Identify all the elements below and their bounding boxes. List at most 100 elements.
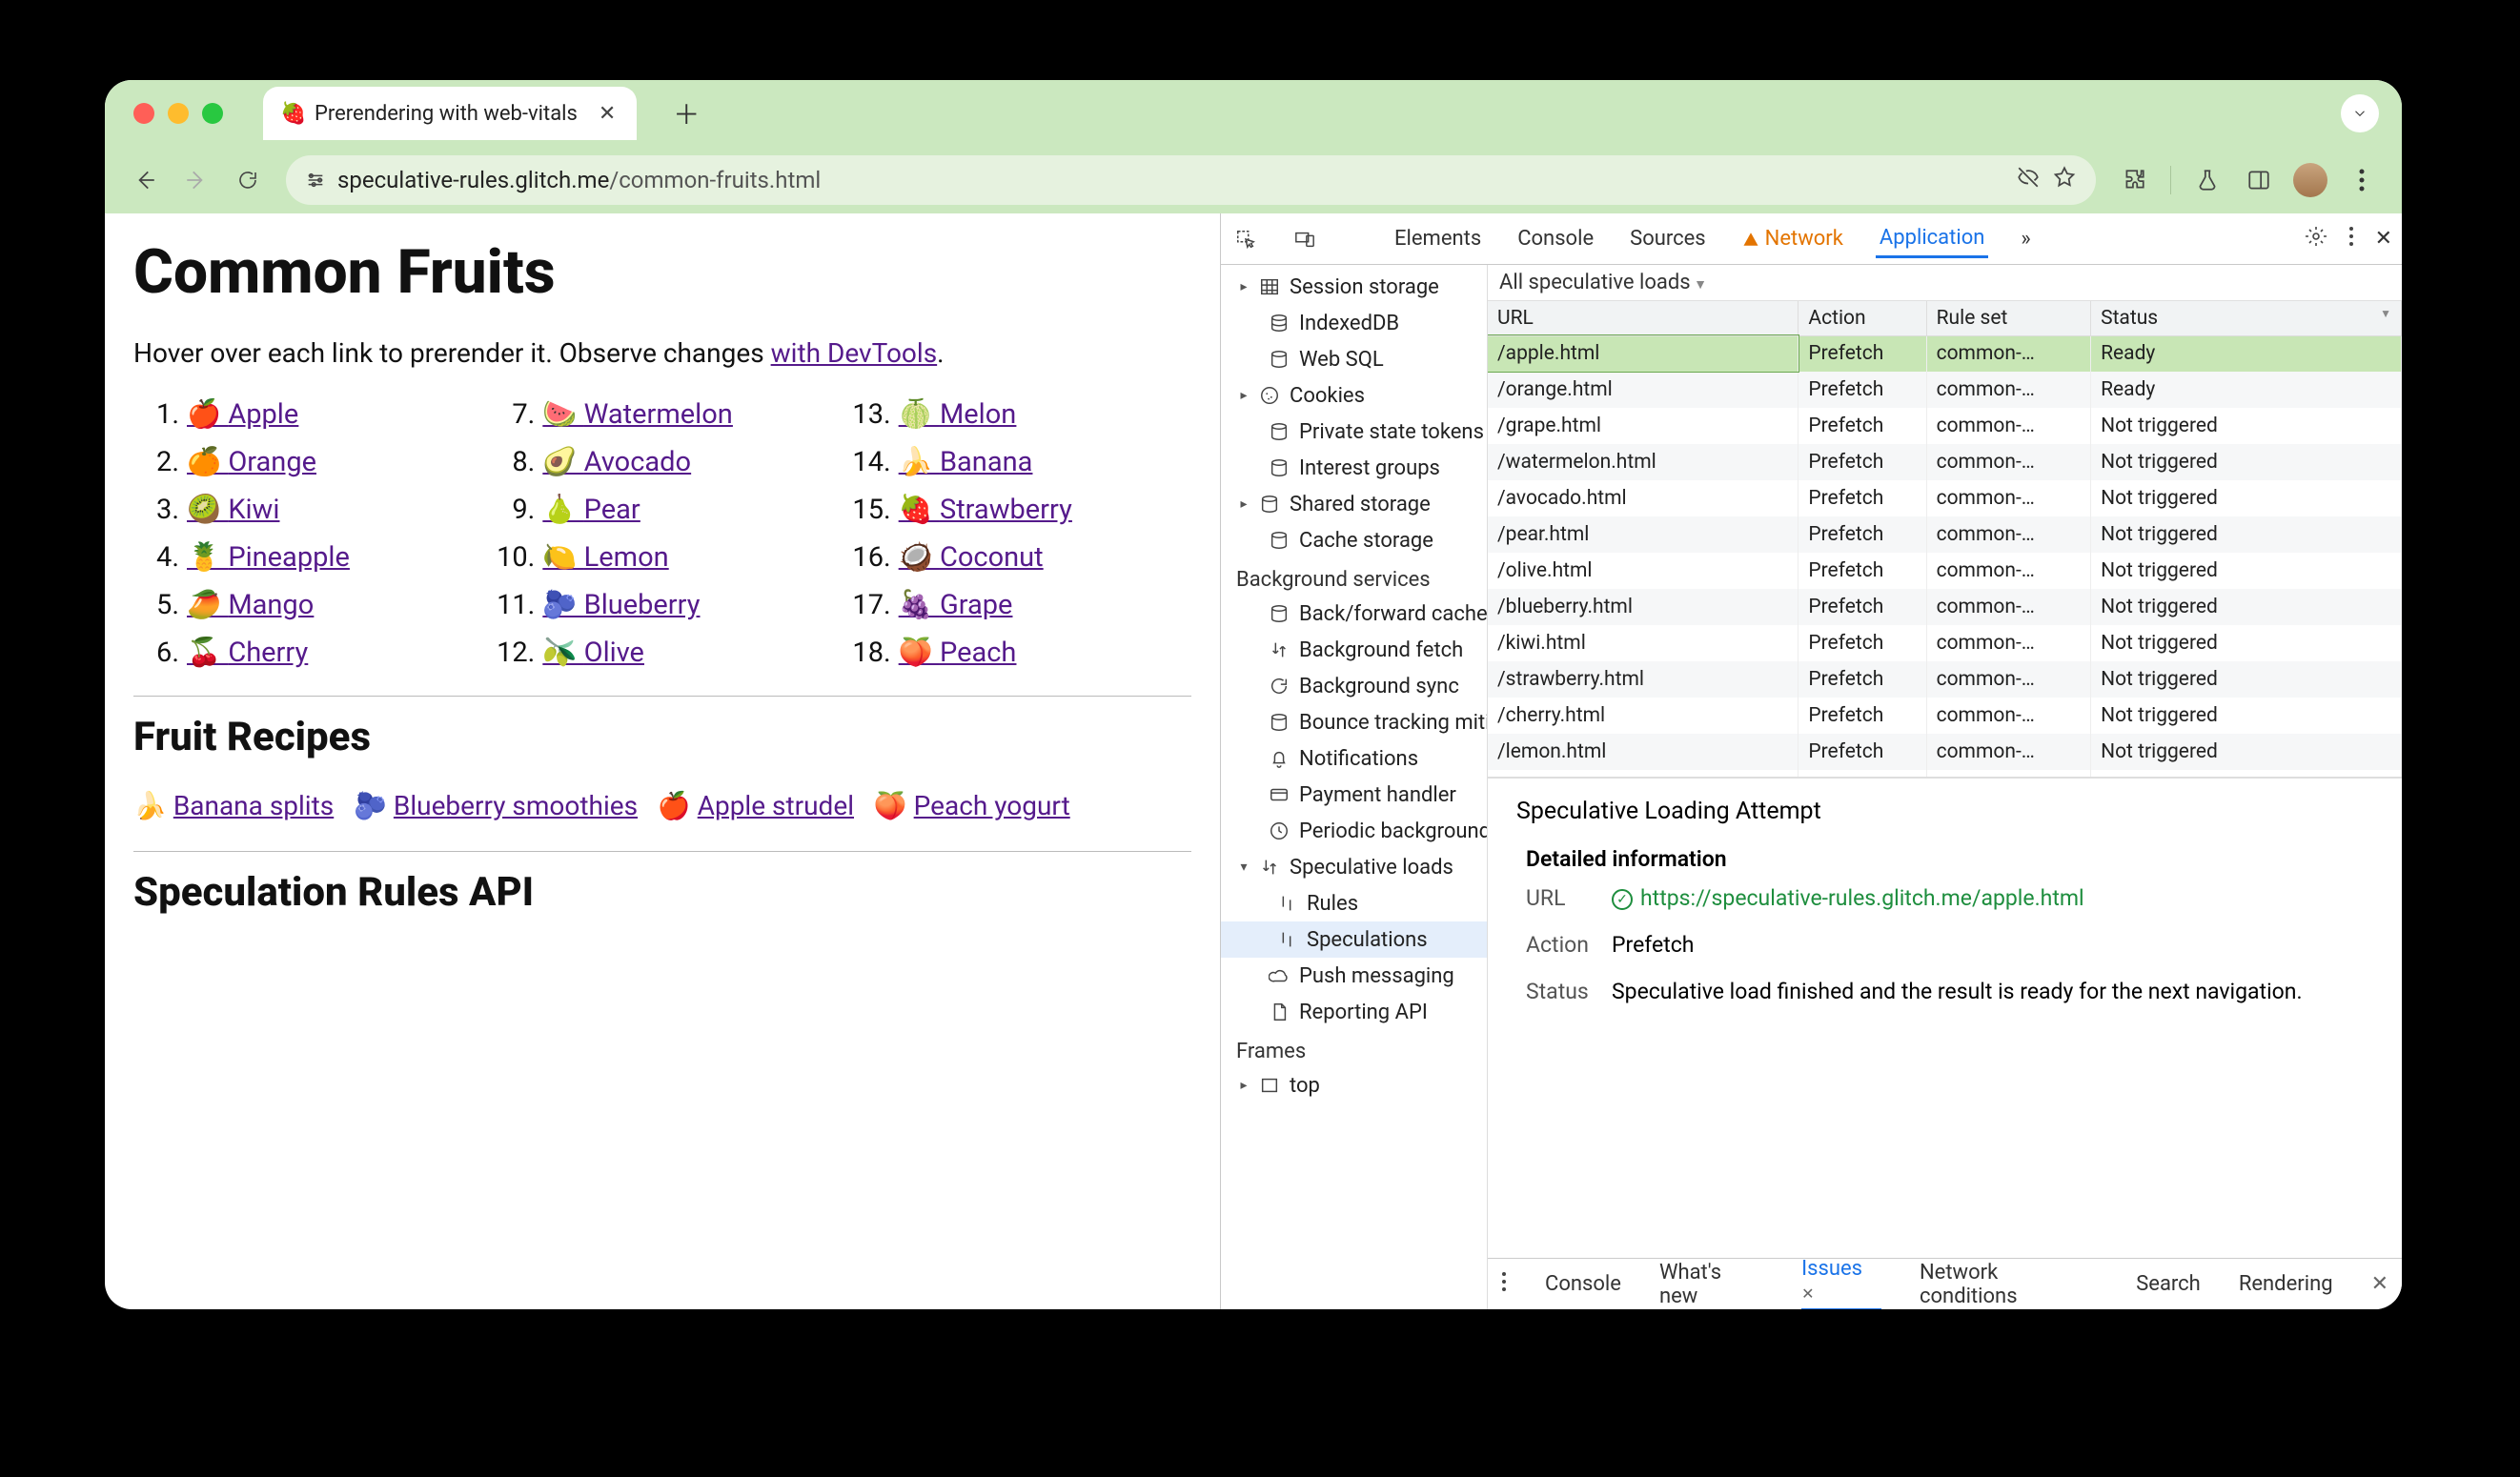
bookmark-star-button[interactable] — [2052, 165, 2077, 195]
tree-private-state-tokens[interactable]: Private state tokens — [1221, 414, 1487, 450]
eye-off-icon[interactable] — [2016, 165, 2041, 195]
drawer-close-button[interactable]: ✕ — [2371, 1272, 2388, 1296]
maximize-window-button[interactable] — [202, 103, 223, 124]
table-row[interactable]: /orange.htmlPrefetchcommon-…Ready — [1488, 372, 2402, 408]
tab-sources[interactable]: Sources — [1626, 221, 1710, 256]
fruit-link[interactable]: 🫐 Blueberry — [542, 589, 700, 621]
drawer-tab-search[interactable]: Search — [2136, 1272, 2201, 1296]
tree-periodic-background[interactable]: Periodic background sync — [1221, 813, 1487, 849]
recipe-link[interactable]: Apple strudel — [698, 790, 854, 821]
tree-speculative-loads[interactable]: ▾Speculative loads — [1221, 849, 1487, 885]
table-row[interactable]: /cherry.htmlPrefetchcommon-…Not triggere… — [1488, 698, 2402, 734]
tree-interest-groups[interactable]: Interest groups — [1221, 450, 1487, 486]
tab-network[interactable]: Network — [1738, 221, 1847, 256]
tree-back-forward-cache[interactable]: Back/forward cache — [1221, 596, 1487, 632]
recipe-link[interactable]: Peach yogurt — [914, 790, 1070, 821]
fruit-link[interactable]: 🫒 Olive — [542, 637, 644, 669]
tree-websql[interactable]: Web SQL — [1221, 341, 1487, 377]
tree-shared-storage[interactable]: ▸Shared storage — [1221, 486, 1487, 522]
drawer-tab-whatsnew[interactable]: What's new — [1659, 1261, 1763, 1308]
fruit-link[interactable]: 🍍 Pineapple — [187, 541, 350, 574]
fruit-link[interactable]: 🥑 Avocado — [542, 446, 691, 478]
fruit-link[interactable]: 🍒 Cherry — [187, 637, 308, 669]
devtools-close-button[interactable]: ✕ — [2375, 227, 2392, 251]
fruit-link[interactable]: 🍋 Lemon — [542, 541, 668, 574]
tree-push-messaging[interactable]: Push messaging — [1221, 958, 1487, 994]
speculations-filter[interactable]: All speculative loads — [1488, 265, 2402, 301]
tree-session-storage[interactable]: ▸Session storage — [1221, 269, 1487, 305]
tree-background-sync[interactable]: Background sync — [1221, 668, 1487, 704]
fruit-link[interactable]: 🍈 Melon — [899, 398, 1017, 431]
fruit-link[interactable]: 🍉 Watermelon — [542, 398, 732, 431]
table-row[interactable]: /grape.htmlPrefetchcommon-…Not triggered — [1488, 408, 2402, 444]
application-sidebar[interactable]: ▸Session storage IndexedDB Web SQL ▸Cook… — [1221, 265, 1488, 1309]
fruit-link[interactable]: 🍊 Orange — [187, 446, 316, 478]
tree-speculations[interactable]: Speculations — [1221, 921, 1487, 958]
drawer-tab-console[interactable]: Console — [1545, 1272, 1621, 1296]
back-button[interactable] — [122, 157, 168, 203]
fruit-link[interactable]: 🥭 Mango — [187, 589, 314, 621]
devtools-kebab-button[interactable] — [2348, 226, 2354, 253]
col-action[interactable]: Action — [1799, 301, 1926, 335]
inspect-element-button[interactable] — [1230, 224, 1261, 254]
with-devtools-link[interactable]: with DevTools — [771, 337, 938, 369]
tree-notifications[interactable]: Notifications — [1221, 740, 1487, 777]
fruit-link[interactable]: 🍌 Banana — [899, 446, 1033, 478]
table-row[interactable]: /pear.htmlPrefetchcommon-…Not triggered — [1488, 516, 2402, 553]
fruit-link[interactable]: 🍓 Strawberry — [899, 494, 1072, 526]
tree-rules[interactable]: Rules — [1221, 885, 1487, 921]
tree-background-fetch[interactable]: Background fetch — [1221, 632, 1487, 668]
profile-button[interactable] — [2287, 157, 2333, 203]
close-tab-button[interactable]: ✕ — [595, 98, 620, 130]
fruit-link[interactable]: 🍐 Pear — [542, 494, 640, 526]
more-tabs-button[interactable]: » — [2017, 221, 2034, 256]
close-window-button[interactable] — [133, 103, 154, 124]
speculations-table[interactable]: URL Action Rule set Status /apple.htmlPr… — [1488, 301, 2402, 778]
window-menu-button[interactable] — [2341, 94, 2379, 132]
table-row[interactable]: /peach.htmlPrefetchcommon-…Not triggered — [1488, 770, 2402, 778]
devtools-settings-button[interactable] — [2305, 225, 2327, 253]
tree-payment-handler[interactable]: Payment handler — [1221, 777, 1487, 813]
table-row[interactable]: /strawberry.htmlPrefetchcommon-…Not trig… — [1488, 661, 2402, 698]
table-row[interactable]: /apple.htmlPrefetchcommon-…Ready — [1488, 335, 2402, 372]
forward-button[interactable] — [173, 157, 219, 203]
tree-reporting-api[interactable]: Reporting API — [1221, 994, 1487, 1030]
new-tab-button[interactable]: ＋ — [669, 96, 703, 131]
reload-button[interactable] — [225, 157, 271, 203]
col-ruleset[interactable]: Rule set — [1926, 301, 2091, 335]
side-panel-button[interactable] — [2236, 157, 2282, 203]
tree-indexeddb[interactable]: IndexedDB — [1221, 305, 1487, 341]
fruit-link[interactable]: 🥝 Kiwi — [187, 494, 279, 526]
col-status[interactable]: Status — [2091, 301, 2402, 335]
minimize-window-button[interactable] — [168, 103, 189, 124]
table-row[interactable]: /lemon.htmlPrefetchcommon-…Not triggered — [1488, 734, 2402, 770]
table-row[interactable]: /olive.htmlPrefetchcommon-…Not triggered — [1488, 553, 2402, 589]
table-row[interactable]: /avocado.htmlPrefetchcommon-…Not trigger… — [1488, 480, 2402, 516]
tree-cookies[interactable]: ▸Cookies — [1221, 377, 1487, 414]
fruit-link[interactable]: 🍇 Grape — [899, 589, 1013, 621]
drawer-tab-issues[interactable]: Issues — [1801, 1257, 1881, 1309]
detail-url-value[interactable]: ✓https://speculative-rules.glitch.me/app… — [1612, 885, 2373, 911]
tree-frames-top[interactable]: ▸top — [1221, 1067, 1487, 1103]
browser-tab[interactable]: 🍓 Prerendering with web-vitals ✕ — [263, 87, 637, 140]
drawer-tab-rendering[interactable]: Rendering — [2239, 1272, 2333, 1296]
address-bar[interactable]: speculative-rules.glitch.me/common-fruit… — [286, 155, 2096, 205]
extensions-button[interactable] — [2111, 157, 2157, 203]
fruit-link[interactable]: 🍎 Apple — [187, 398, 298, 431]
recipe-link[interactable]: Banana splits — [173, 790, 334, 821]
tab-console[interactable]: Console — [1514, 221, 1597, 256]
device-toolbar-button[interactable] — [1290, 224, 1320, 254]
tab-application[interactable]: Application — [1876, 220, 1988, 258]
col-url[interactable]: URL — [1488, 301, 1799, 335]
table-row[interactable]: /kiwi.htmlPrefetchcommon-…Not triggered — [1488, 625, 2402, 661]
tree-bounce-tracking[interactable]: Bounce tracking mitigations — [1221, 704, 1487, 740]
drawer-tab-network-conditions[interactable]: Network conditions — [1920, 1261, 2098, 1308]
site-info-button[interactable] — [305, 170, 326, 191]
table-row[interactable]: /watermelon.htmlPrefetchcommon-…Not trig… — [1488, 444, 2402, 480]
tab-elements[interactable]: Elements — [1391, 221, 1485, 256]
tree-cache-storage[interactable]: Cache storage — [1221, 522, 1487, 558]
chrome-menu-button[interactable] — [2339, 157, 2385, 203]
table-row[interactable]: /blueberry.htmlPrefetchcommon-…Not trigg… — [1488, 589, 2402, 625]
recipe-link[interactable]: Blueberry smoothies — [394, 790, 638, 821]
fruit-link[interactable]: 🍑 Peach — [899, 637, 1017, 669]
